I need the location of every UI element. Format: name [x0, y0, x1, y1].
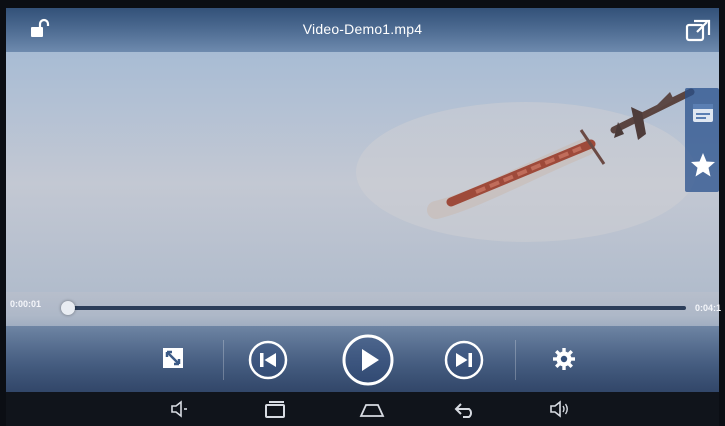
control-divider	[515, 340, 516, 380]
back-icon[interactable]	[453, 399, 479, 419]
control-divider	[223, 340, 224, 380]
skip-previous-icon[interactable]	[247, 339, 289, 381]
time-elapsed: 0:00:01	[10, 299, 42, 309]
control-bar	[6, 326, 719, 392]
screen-bezel-top	[0, 0, 725, 8]
play-icon[interactable]	[341, 333, 395, 387]
subtitle-icon[interactable]	[691, 102, 715, 124]
fullscreen-icon[interactable]	[161, 346, 185, 370]
skip-next-icon[interactable]	[443, 339, 485, 381]
progress-track[interactable]	[61, 301, 686, 315]
video-player-screen: Video-Demo1.mp4 0:00:01 0:04:1	[0, 0, 725, 426]
screen-bezel-right	[719, 0, 725, 426]
progress-area: 0:00:01 0:04:1	[6, 290, 721, 326]
gear-icon[interactable]	[552, 347, 576, 371]
top-bar: Video-Demo1.mp4	[6, 8, 719, 52]
popup-window-icon[interactable]	[685, 18, 711, 42]
volume-down-icon[interactable]	[168, 399, 190, 419]
time-total: 0:04:1	[694, 303, 721, 313]
progress-thumb[interactable]	[61, 301, 76, 315]
star-icon[interactable]	[690, 152, 716, 178]
side-panel	[685, 88, 719, 192]
home-icon[interactable]	[359, 399, 385, 419]
video-frame[interactable]	[6, 52, 719, 292]
recent-apps-icon[interactable]	[262, 399, 288, 419]
volume-up-icon[interactable]	[548, 399, 570, 419]
video-title: Video-Demo1.mp4	[302, 21, 423, 37]
navigation-bar	[6, 392, 719, 426]
